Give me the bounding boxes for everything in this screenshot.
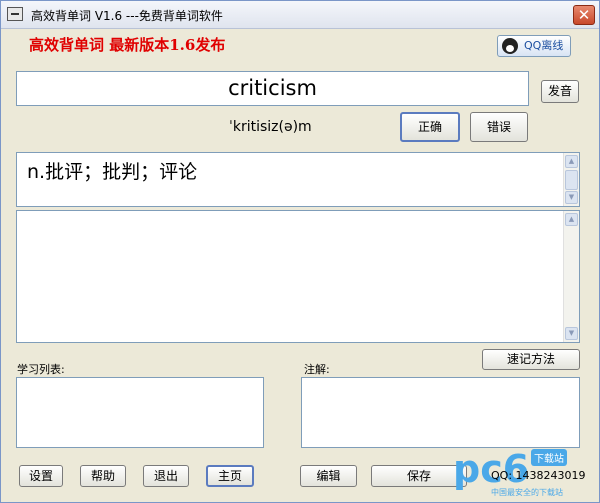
example-scrollbar[interactable]: ▲ ▼: [563, 211, 579, 342]
study-list-box[interactable]: [16, 377, 264, 448]
definition-box[interactable]: n.批评；批判；评论 ▲ ▼: [16, 152, 580, 207]
pc6-tagline: 中国最安全的下载站: [491, 488, 563, 497]
close-button[interactable]: ✕: [573, 5, 595, 25]
pronounce-button[interactable]: 发音: [541, 80, 579, 103]
home-button[interactable]: 主页: [206, 465, 254, 487]
qq-offline-label: QQ离线: [524, 39, 564, 52]
definition-scrollbar[interactable]: ▲ ▼: [563, 153, 579, 206]
notes-box[interactable]: [301, 377, 580, 448]
scroll-down-icon[interactable]: ▼: [565, 327, 578, 340]
qq-offline-button[interactable]: QQ离线: [497, 35, 571, 57]
scroll-down-icon[interactable]: ▼: [565, 191, 578, 204]
mnemonic-button[interactable]: 速记方法: [482, 349, 580, 370]
scroll-thumb[interactable]: [565, 170, 578, 190]
system-menu-icon[interactable]: [7, 7, 23, 21]
window-title: 高效背单词 V1.6 ---免费背单词软件: [31, 9, 223, 23]
scroll-up-icon[interactable]: ▲: [565, 213, 578, 226]
qq-number-text: QQ: 1438243019: [491, 469, 586, 482]
edit-button[interactable]: 编辑: [300, 465, 357, 487]
notes-label: 注解:: [304, 363, 330, 376]
title-bar[interactable]: 高效背单词 V1.6 ---免费背单词软件 ✕: [1, 1, 599, 29]
example-box[interactable]: ▲ ▼: [16, 210, 580, 343]
pc6-badge: 下载站: [531, 449, 567, 466]
app-window: 高效背单词 V1.6 ---免费背单词软件 ✕ 高效背单词 最新版本1.6发布 …: [0, 0, 600, 503]
settings-button[interactable]: 设置: [19, 465, 63, 487]
wrong-button[interactable]: 错误: [470, 112, 528, 142]
exit-button[interactable]: 退出: [143, 465, 189, 487]
help-button[interactable]: 帮助: [80, 465, 126, 487]
qq-penguin-icon: [502, 38, 518, 54]
promo-headline: 高效背单词 最新版本1.6发布: [29, 36, 226, 54]
scroll-up-icon[interactable]: ▲: [565, 155, 578, 168]
definition-text: n.批评；批判；评论: [27, 161, 198, 183]
word-display-field[interactable]: criticism: [16, 71, 529, 106]
study-list-label: 学习列表:: [17, 363, 65, 376]
correct-button[interactable]: 正确: [400, 112, 460, 142]
phonetic-text: ˈkritisiz(ə)m: [229, 119, 312, 135]
